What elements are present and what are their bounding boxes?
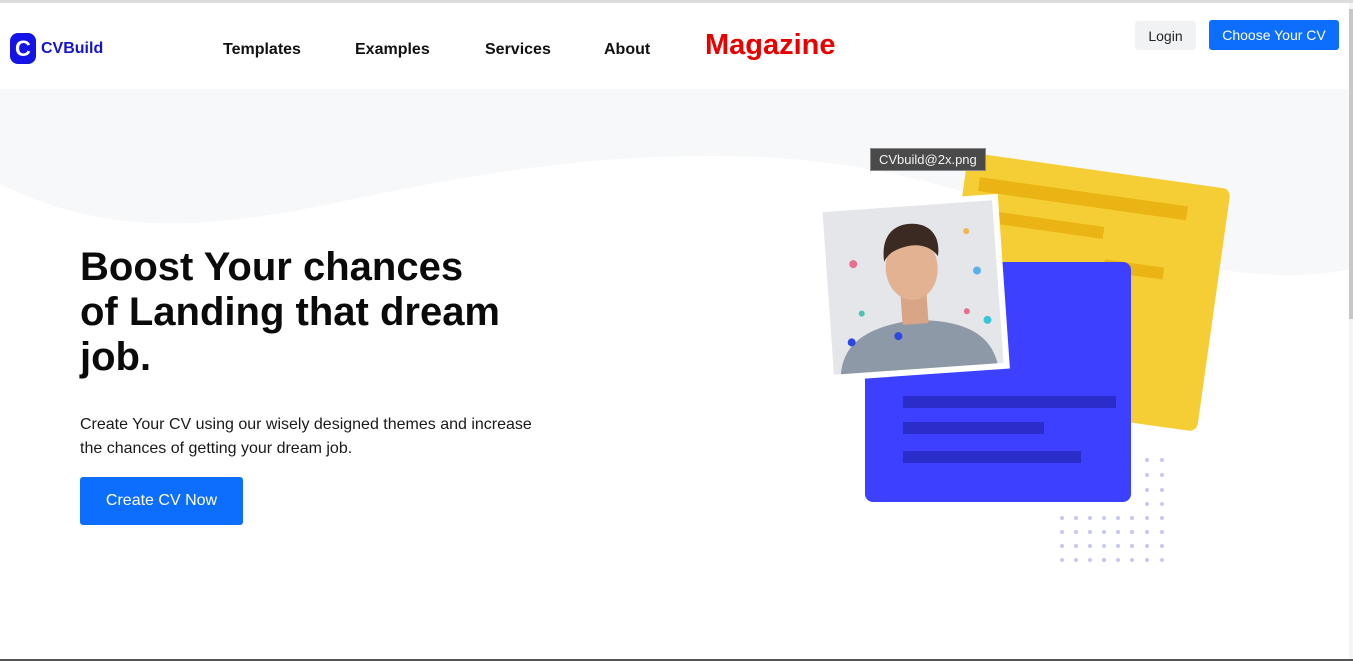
brand-name: CVBuild bbox=[41, 39, 104, 57]
brand-logo[interactable]: C CVBuild bbox=[10, 33, 103, 64]
page-scrollbar[interactable] bbox=[1349, 3, 1353, 661]
nav-services-link[interactable]: Services bbox=[485, 41, 551, 59]
nav-templates-link[interactable]: Templates bbox=[223, 41, 301, 59]
hero-headline: Boost Your chances of Landing that dream… bbox=[80, 245, 500, 379]
image-filename-tooltip: CVbuild@2x.png bbox=[870, 148, 986, 171]
create-cv-button[interactable]: Create CV Now bbox=[80, 477, 243, 525]
nav-examples-link[interactable]: Examples bbox=[355, 41, 430, 59]
choose-cv-button[interactable]: Choose Your CV bbox=[1209, 20, 1339, 50]
nav-about-link[interactable]: About bbox=[604, 41, 650, 59]
hero-description: Create Your CV using our wisely designed… bbox=[80, 416, 532, 457]
cv-illustration bbox=[816, 153, 1230, 562]
login-button[interactable]: Login bbox=[1135, 21, 1196, 50]
nav-magazine-link[interactable]: Magazine bbox=[705, 29, 836, 62]
site-header: C CVBuild Templates Examples Services Ab… bbox=[0, 3, 1353, 89]
profile-photo bbox=[816, 193, 1010, 382]
scrollbar-thumb[interactable] bbox=[1349, 9, 1353, 319]
logo-icon: C bbox=[10, 33, 36, 64]
